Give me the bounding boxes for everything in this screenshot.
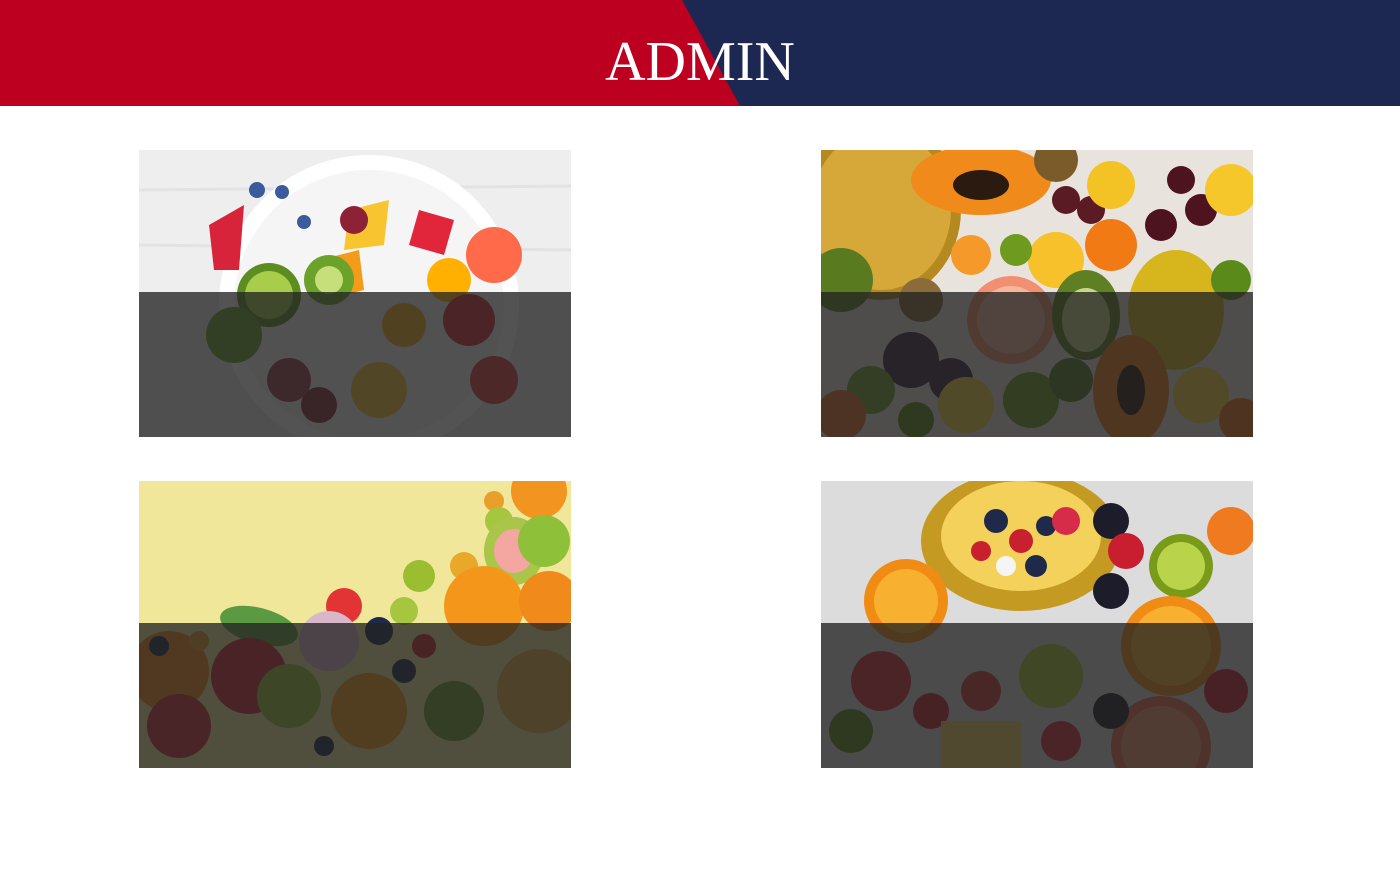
card-overlay <box>139 292 571 437</box>
pineapple-platter-card[interactable] <box>821 481 1253 768</box>
admin-header: ADMIN <box>0 0 1400 106</box>
card-overlay <box>821 623 1253 768</box>
fruits-yellow-card[interactable] <box>139 481 571 768</box>
card-overlay <box>139 623 571 768</box>
page-title: ADMIN <box>605 31 795 93</box>
card-overlay <box>821 292 1253 437</box>
fruit-salad-bowl-card[interactable] <box>139 150 571 437</box>
tropical-fruits-card[interactable] <box>821 150 1253 437</box>
